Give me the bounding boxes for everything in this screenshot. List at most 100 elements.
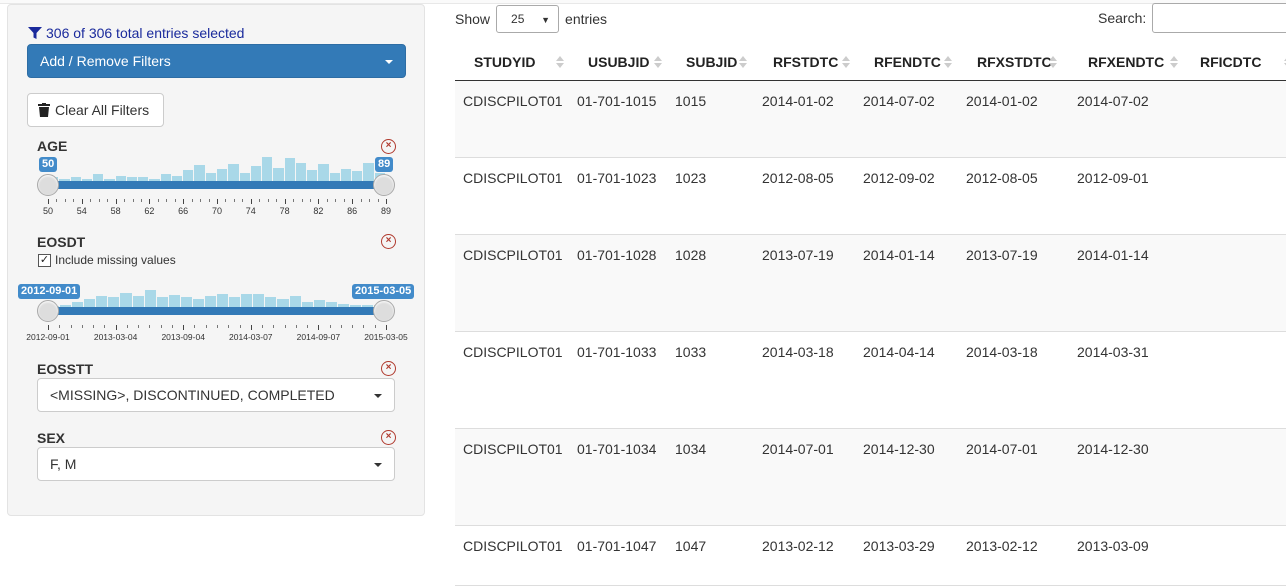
column-header-rfendtc[interactable]: RFENDTC [874,54,941,70]
age-min-handle[interactable] [37,174,59,196]
clear-all-filters-button[interactable]: Clear All Filters [27,93,164,127]
major-tick [115,325,117,330]
minor-tick [267,199,269,202]
table-row[interactable]: CDISCPILOT01 01-701-1023 1023 2012-08-05 201… [455,158,1286,235]
caret-down-icon [374,463,382,467]
tick-label: 58 [110,206,121,216]
chevron-down-icon: ▼ [541,15,551,25]
table-header: STUDYID USUBJID SUBJID RFSTDTC RFENDTC RFXSTD… [455,44,1286,81]
caret-down-icon [385,60,393,64]
minor-tick [225,199,227,202]
tick-label: 74 [245,206,256,216]
table-row[interactable]: CDISCPILOT01 01-701-1028 1028 2013-07-19 201… [455,235,1286,332]
search-input[interactable] [1152,3,1286,33]
age-max-value: 89 [375,157,394,172]
column-header-studyid[interactable]: STUDYID [474,54,535,70]
table-cell: 2014-07-02 [863,93,935,109]
table-row[interactable]: CDISCPILOT01 01-701-1047 1047 2013-02-12 201… [455,526,1286,586]
table-cell: 01-701-1015 [577,93,657,109]
minor-tick [93,325,95,328]
table-cell: 1015 [675,93,707,109]
minor-tick [233,199,235,202]
tick-label: 82 [313,206,324,216]
eosdt-slider[interactable]: 2012-09-01 2015-03-05 2012-09-01 2013-03-… [18,273,415,345]
include-missing-checkbox[interactable]: ✓ Include missing values [38,253,176,267]
major-tick [352,199,354,204]
minor-tick [262,325,264,328]
table-row[interactable]: CDISCPILOT01 01-701-1034 1034 2014-07-01 201… [455,429,1286,526]
minor-tick [369,199,371,202]
page-length-select[interactable]: 25 ▼ [496,5,560,33]
column-header-rfstdtc[interactable]: RFSTDTC [773,54,838,70]
major-tick [318,325,320,330]
minor-tick [171,325,173,328]
table-cell: CDISCPILOT01 [463,538,563,554]
minor-tick [326,199,328,202]
table-row[interactable]: CDISCPILOT01 01-701-1033 1033 2014-03-18 201… [455,332,1286,429]
sort-icon[interactable] [739,56,747,70]
tick-label: 2013-09-04 [161,332,205,342]
table-cell: 2012-09-02 [863,170,935,186]
checkbox-icon[interactable]: ✓ [38,253,51,267]
table-cell: 1034 [675,441,707,457]
page-length-control: Show 25 ▼ entries [455,5,607,33]
entries-count: 306 of 306 total entries selected [28,25,244,41]
tick-label: 62 [144,206,155,216]
minor-tick [191,199,193,202]
eosstt-select[interactable]: <MISSING>, DISCONTINUED, COMPLETED [37,378,395,412]
minor-tick [276,199,278,202]
eosdt-min-handle[interactable] [37,300,59,322]
minor-tick [174,199,176,202]
remove-age-filter-icon[interactable]: × [381,139,396,154]
include-missing-label: Include missing values [55,253,176,267]
column-header-rficdtc[interactable]: RFICDTC [1200,54,1261,70]
sort-icon[interactable] [842,56,850,70]
sort-icon[interactable] [1170,56,1178,70]
minor-tick [107,199,109,202]
column-header-subjid[interactable]: SUBJID [686,54,737,70]
sex-select[interactable]: F, M [37,447,395,481]
tick-label: 86 [347,206,358,216]
sort-icon[interactable] [654,56,662,70]
major-tick [149,199,151,204]
tick-label: 89 [380,206,392,216]
remove-eosstt-filter-icon[interactable]: × [381,361,396,376]
minor-tick [273,325,275,328]
table-cell: 2014-03-31 [1077,344,1149,360]
table-cell: 01-701-1028 [577,247,657,263]
minor-tick [293,199,295,202]
minor-tick [239,325,241,328]
column-header-usubjid[interactable]: USUBJID [588,54,649,70]
filter-panel: 306 of 306 total entries selected Add / … [7,4,425,516]
add-remove-filters-button[interactable]: Add / Remove Filters [27,44,406,78]
eosdt-ticks: 2012-09-01 2013-03-04 2013-09-04 2014-03-07… [26,325,408,345]
table-cell: 2013-02-12 [966,538,1038,554]
minor-tick [228,325,230,328]
remove-eosdt-filter-icon[interactable]: × [381,234,396,249]
remove-sex-filter-icon[interactable]: × [381,430,396,445]
table-cell: 2014-03-18 [966,344,1038,360]
minor-tick [126,325,128,328]
minor-tick [259,199,261,202]
minor-tick [377,199,379,202]
table-row[interactable]: CDISCPILOT01 01-701-1015 1015 2014-01-02 201… [455,81,1286,158]
column-header-rfxstdtc[interactable]: RFXSTDTC [977,54,1052,70]
minor-tick [295,325,297,328]
eosstt-filter-label: EOSSTT [37,361,94,377]
column-header-rfxendtc[interactable]: RFXENDTC [1088,54,1164,70]
eosdt-min-value: 2012-09-01 [18,284,81,299]
minor-tick [208,199,210,202]
sort-icon[interactable] [556,56,564,70]
major-tick [183,325,185,330]
sort-icon[interactable] [944,56,952,70]
major-tick [48,325,49,330]
age-max-handle[interactable] [373,174,395,196]
minor-tick [352,325,354,328]
table-cell: 2014-07-01 [762,441,834,457]
eosdt-max-handle[interactable] [373,300,395,322]
minor-tick [360,199,362,202]
table-cell: 01-701-1033 [577,344,657,360]
minor-tick [340,325,342,328]
sort-icon[interactable] [1049,56,1057,70]
age-slider[interactable]: 50 89 50 54 58 62 66 70 74 78 82 86 89 [36,153,398,223]
